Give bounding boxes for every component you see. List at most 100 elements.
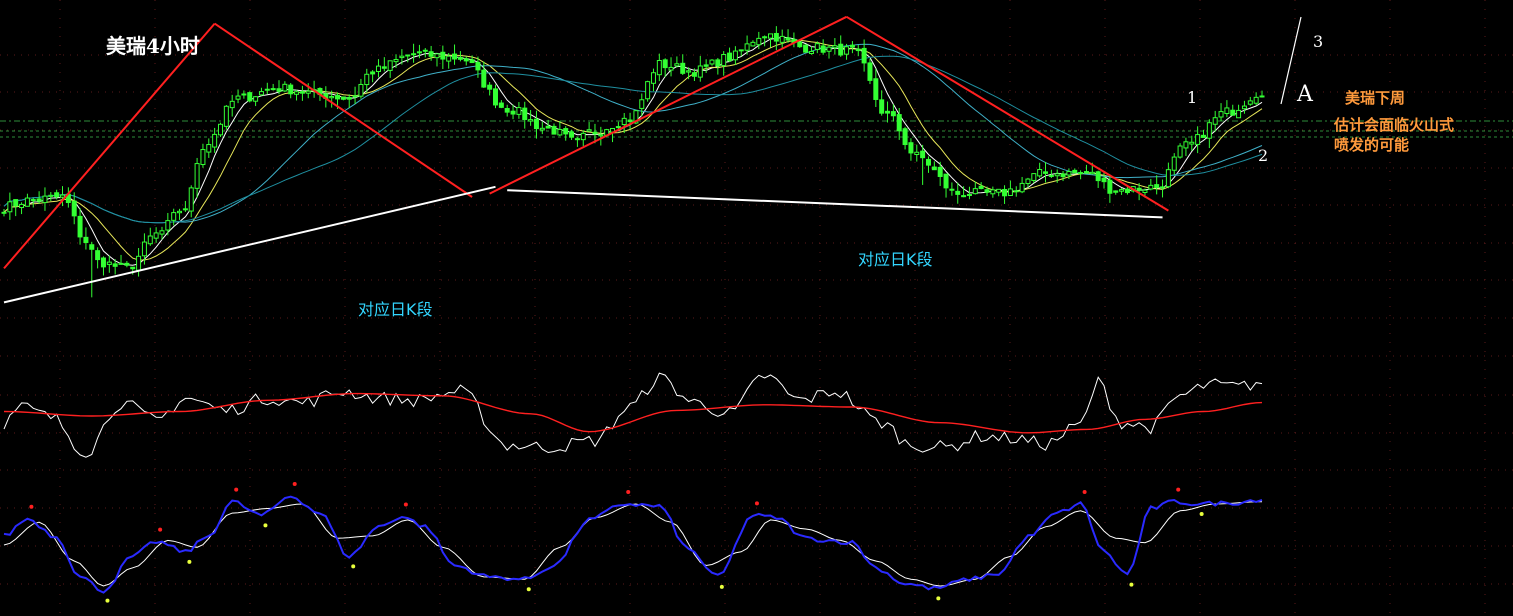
candle-body: [1165, 169, 1171, 188]
candle-body: [124, 262, 130, 266]
trend-line-red: [214, 22, 473, 198]
candle-body: [182, 208, 188, 211]
candle-body: [943, 173, 949, 189]
candle-body: [1177, 145, 1183, 158]
kdj-d-line: [3, 501, 1263, 587]
candle-body: [422, 49, 428, 52]
kdj-bottom-dot: [263, 523, 268, 528]
indicator-panel-1: [3, 372, 1263, 458]
kdj-top-dot: [1082, 489, 1087, 494]
forecast-note-line-1: 美瑞下周: [1345, 89, 1406, 107]
candle-body: [241, 93, 247, 96]
candle-body: [487, 84, 493, 90]
candle-body: [861, 47, 867, 64]
candle-body: [727, 52, 733, 62]
candle-body: [1230, 109, 1236, 116]
candle-body: [1107, 179, 1113, 194]
candle-body: [440, 51, 446, 60]
candle-body: [738, 49, 744, 52]
kdj-bottom-dot: [1199, 511, 1204, 516]
chart-window: 美瑞4小时 对应日K段 对应日K段 1 2 3 A 美瑞下周 估计会面临火山式 …: [0, 0, 1513, 616]
candle-body: [598, 134, 604, 137]
candle-body: [966, 193, 972, 197]
candle-body: [258, 91, 264, 96]
wave-label-1: 1: [1187, 88, 1198, 107]
candle-body: [920, 150, 926, 159]
candle-body: [522, 107, 528, 120]
candle-body: [838, 43, 844, 56]
candle-body: [54, 192, 60, 198]
candle-body: [370, 71, 376, 75]
candle-body: [937, 166, 943, 177]
candle-body: [1066, 171, 1072, 176]
indicator-slow-line: [3, 392, 1263, 434]
candle-body: [200, 149, 206, 166]
candle-body: [703, 64, 709, 67]
candle-body: [498, 102, 504, 108]
candle-body: [510, 110, 516, 115]
candle-body: [48, 194, 54, 197]
candle-body: [358, 83, 364, 97]
candle-body: [100, 257, 106, 268]
candle-body: [235, 95, 241, 100]
candle-body: [621, 117, 627, 126]
candle-body: [399, 55, 405, 59]
candle-body: [1253, 96, 1259, 104]
kdj-top-dot: [158, 527, 163, 532]
kdj-top-dot: [754, 501, 759, 506]
candle-body: [1224, 107, 1230, 115]
candle-body: [504, 108, 510, 113]
candle-body: [36, 198, 42, 202]
candle-body: [996, 188, 1002, 193]
candle-body: [592, 131, 598, 135]
candle-body: [95, 250, 101, 261]
candle-body: [586, 129, 592, 132]
candle-body: [1083, 171, 1089, 174]
candle-body: [294, 91, 300, 95]
forecast-note-line-3: 喷发的可能: [1334, 136, 1410, 154]
candle-body: [457, 56, 463, 60]
candle-body: [1136, 187, 1142, 191]
candle-body: [1148, 184, 1154, 190]
candle-body: [405, 54, 411, 57]
candle-body: [779, 35, 785, 43]
candle-body: [832, 45, 838, 49]
candle-body: [153, 232, 159, 239]
candle-body: [639, 99, 645, 109]
candle-body: [60, 194, 66, 198]
candle-body: [1007, 188, 1013, 196]
candle-body: [276, 88, 282, 92]
candle-body: [820, 45, 826, 53]
candle-body: [1095, 171, 1101, 182]
kdj-top-dot: [234, 487, 239, 492]
candle-body: [563, 128, 569, 135]
candle-body: [1060, 173, 1066, 178]
candle-body: [387, 60, 393, 71]
candle-body: [24, 197, 30, 207]
candle-body: [1183, 141, 1189, 149]
indicator-fast-line: [3, 372, 1263, 458]
candle-body: [452, 53, 458, 60]
kdj-bottom-dot: [105, 598, 110, 603]
kdj-bottom-dot: [719, 584, 724, 589]
candle-body: [528, 119, 534, 122]
kdj-top-dot: [626, 489, 631, 494]
segment-label-left: 对应日K段: [358, 300, 433, 319]
trend-line-white: [507, 189, 1163, 219]
forecast-note-line-2: 估计会面临火山式: [1334, 116, 1455, 134]
candle-body: [1189, 141, 1195, 145]
candle-body: [229, 100, 235, 109]
candle-body: [416, 51, 422, 54]
candle-body: [896, 114, 902, 132]
candle-body: [188, 187, 194, 212]
candle-body: [270, 88, 276, 91]
candle-body: [715, 59, 721, 67]
candle-body: [814, 43, 820, 50]
candle-body: [481, 69, 487, 88]
wave-label-2: 2: [1258, 146, 1269, 165]
candle-body: [879, 99, 885, 114]
candle-body: [855, 48, 861, 52]
candle-body: [1002, 188, 1008, 197]
candle-body: [446, 55, 452, 62]
moving-averages: [3, 36, 1263, 266]
